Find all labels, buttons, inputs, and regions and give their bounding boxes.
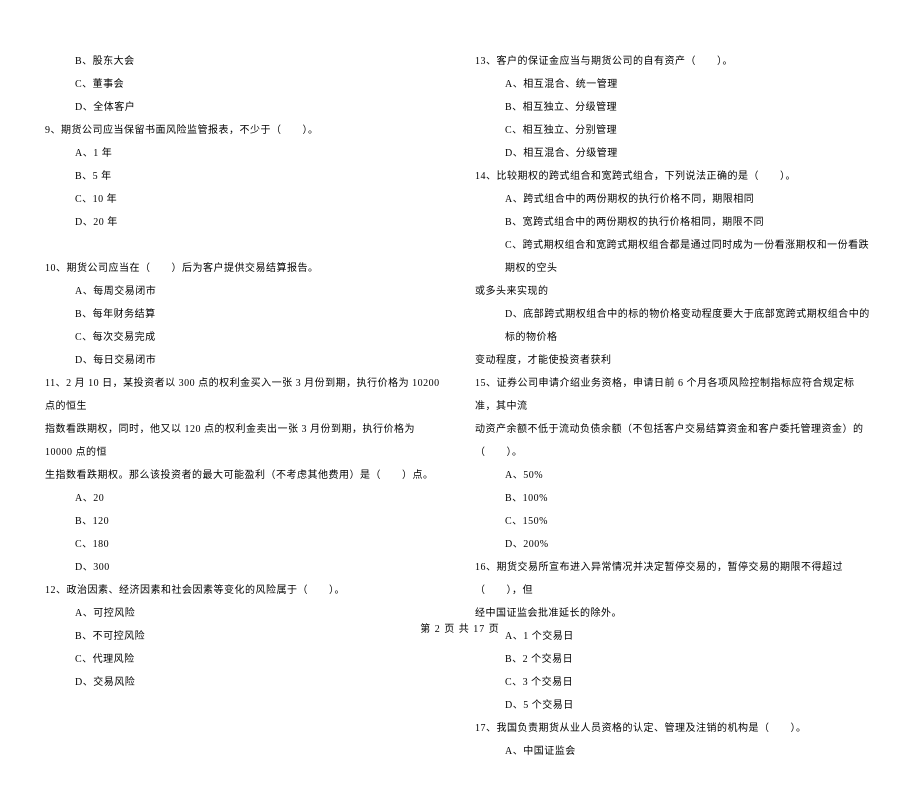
left-line: 9、期货公司应当保留书面风险监管报表，不少于（ ）。 [45, 119, 445, 142]
right-line: C、150% [475, 510, 875, 533]
right-line: A、相互混合、统一管理 [475, 73, 875, 96]
left-line: C、180 [45, 533, 445, 556]
right-line: B、100% [475, 487, 875, 510]
right-line: 变动程度，才能使投资者获利 [475, 349, 875, 372]
left-line: A、1 年 [45, 142, 445, 165]
right-line: 13、客户的保证金应当与期货公司的自有资产（ ）。 [475, 50, 875, 73]
left-line: 生指数看跌期权。那么该投资者的最大可能盈利（不考虑其他费用）是（ ）点。 [45, 464, 445, 487]
left-line: A、每周交易闭市 [45, 280, 445, 303]
right-line: A、跨式组合中的两份期权的执行价格不同，期限相同 [475, 188, 875, 211]
left-line [45, 234, 445, 257]
right-line: 17、我国负责期货从业人员资格的认定、管理及注销的机构是（ ）。 [475, 717, 875, 740]
left-line: C、每次交易完成 [45, 326, 445, 349]
left-line: C、代理风险 [45, 648, 445, 671]
right-line: B、宽跨式组合中的两份期权的执行价格相同，期限不同 [475, 211, 875, 234]
left-line: B、120 [45, 510, 445, 533]
right-column: 13、客户的保证金应当与期货公司的自有资产（ ）。A、相互混合、统一管理B、相互… [475, 50, 875, 763]
left-line: C、10 年 [45, 188, 445, 211]
right-line: D、底部跨式期权组合中的标的物价格变动程度要大于底部宽跨式期权组合中的标的物价格 [475, 303, 875, 349]
right-line: 15、证券公司申请介绍业务资格，申请日前 6 个月各项风险控制指标应符合规定标准… [475, 372, 875, 418]
left-line: B、股东大会 [45, 50, 445, 73]
right-line: B、2 个交易日 [475, 648, 875, 671]
right-line: B、相互独立、分级管理 [475, 96, 875, 119]
left-line: 12、政治因素、经济因素和社会因素等变化的风险属于（ ）。 [45, 579, 445, 602]
left-line: D、20 年 [45, 211, 445, 234]
right-line: 或多头来实现的 [475, 280, 875, 303]
left-line: 11、2 月 10 日，某投资者以 300 点的权利金买入一张 3 月份到期，执… [45, 372, 445, 418]
right-line: C、相互独立、分别管理 [475, 119, 875, 142]
right-line: A、中国证监会 [475, 740, 875, 763]
right-line: 动资产余额不低于流动负债余额（不包括客户交易结算资金和客户委托管理资金）的（ ）… [475, 418, 875, 464]
left-line: 指数看跌期权，同时，他又以 120 点的权利金卖出一张 3 月份到期，执行价格为… [45, 418, 445, 464]
left-line: B、每年财务结算 [45, 303, 445, 326]
left-line: B、5 年 [45, 165, 445, 188]
right-line: D、5 个交易日 [475, 694, 875, 717]
right-line: 16、期货交易所宣布进入异常情况并决定暂停交易的，暂停交易的期限不得超过（ ），… [475, 556, 875, 602]
left-line: C、董事会 [45, 73, 445, 96]
right-line: C、跨式期权组合和宽跨式期权组合都是通过同时成为一份看涨期权和一份看跌期权的空头 [475, 234, 875, 280]
right-line: A、50% [475, 464, 875, 487]
left-line: D、交易风险 [45, 671, 445, 694]
page-footer: 第 2 页 共 17 页 [0, 620, 920, 635]
right-line: D、200% [475, 533, 875, 556]
left-column: B、股东大会C、董事会D、全体客户9、期货公司应当保留书面风险监管报表，不少于（… [45, 50, 445, 763]
left-line: 10、期货公司应当在（ ）后为客户提供交易结算报告。 [45, 257, 445, 280]
left-line: D、300 [45, 556, 445, 579]
right-line: C、3 个交易日 [475, 671, 875, 694]
right-line: 14、比较期权的跨式组合和宽跨式组合，下列说法正确的是（ ）。 [475, 165, 875, 188]
right-line: D、相互混合、分级管理 [475, 142, 875, 165]
left-line: D、全体客户 [45, 96, 445, 119]
left-line: D、每日交易闭市 [45, 349, 445, 372]
page-content: B、股东大会C、董事会D、全体客户9、期货公司应当保留书面风险监管报表，不少于（… [0, 0, 920, 793]
left-line: A、20 [45, 487, 445, 510]
